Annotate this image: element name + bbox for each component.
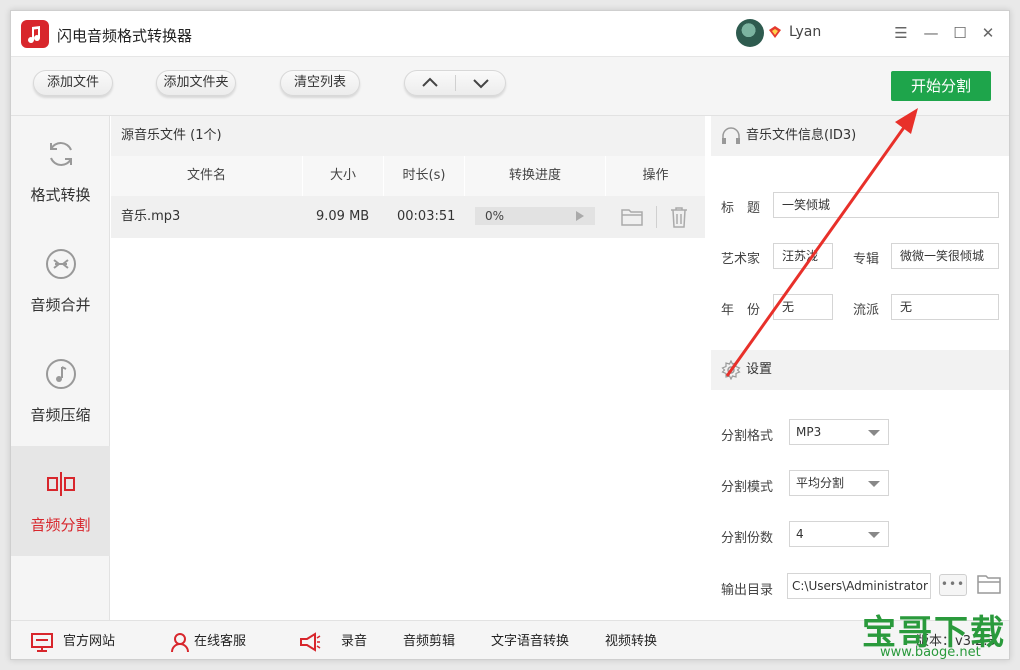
- maximize-button[interactable]: ☐: [948, 21, 972, 45]
- id3-section-header: 音乐文件信息(ID3): [711, 116, 1009, 156]
- nav-label: 格式转换: [30, 186, 91, 204]
- minimize-button[interactable]: —: [919, 21, 943, 45]
- vip-badge-icon: [769, 26, 781, 38]
- column-header-size: 大小: [303, 156, 384, 196]
- play-icon[interactable]: [576, 211, 584, 221]
- add-file-button[interactable]: 添加文件: [33, 70, 113, 96]
- file-list-header: 源音乐文件 (1个): [111, 116, 705, 156]
- app-title: 闪电音频格式转换器: [57, 27, 193, 45]
- split-mode-value: 平均分割: [796, 476, 845, 490]
- folder-icon[interactable]: [977, 573, 1001, 595]
- chevron-down-icon: [868, 430, 880, 436]
- app-window: 闪电音频格式转换器 Lyan ☰ — ☐ ✕ 添加文件 添加文件夹 清空列表 开…: [10, 10, 1010, 660]
- browse-more-button[interactable]: •••: [939, 574, 967, 596]
- gear-icon: [721, 360, 741, 380]
- column-header-name: 文件名: [111, 156, 303, 196]
- file-size: 9.09 MB: [316, 209, 370, 224]
- artist-label: 艺术家: [721, 252, 761, 267]
- column-header-actions: 操作: [606, 156, 705, 196]
- monitor-icon: [31, 633, 53, 652]
- split-mode-label: 分割模式: [721, 480, 774, 495]
- genre-label: 流派: [853, 303, 880, 318]
- chevron-up-icon: [422, 77, 438, 87]
- move-buttons: [404, 70, 506, 96]
- folder-icon[interactable]: [621, 207, 643, 227]
- audio-cut-link[interactable]: 音频剪辑: [403, 621, 455, 659]
- chevron-down-icon: [473, 79, 489, 89]
- split-count-value: 4: [796, 527, 804, 541]
- settings-section-header: 设置: [711, 350, 1009, 390]
- left-nav: 格式转换 音频合并 音频压缩 音频分割: [11, 116, 110, 620]
- menu-icon[interactable]: ☰: [889, 21, 913, 45]
- output-dir-label: 输出目录: [721, 583, 774, 598]
- album-field[interactable]: 微微一笑很倾城: [891, 243, 999, 269]
- file-list-panel: 源音乐文件 (1个) 文件名 大小 时长(s) 转换进度 操作 音乐.mp3 9…: [111, 116, 705, 620]
- info-panel: 音乐文件信息(ID3) 标 题 一笑倾城 艺术家 汪苏泷 专辑 微微一笑很倾城 …: [711, 116, 1009, 620]
- year-field[interactable]: 无: [773, 294, 833, 320]
- start-split-button[interactable]: 开始分割: [891, 71, 991, 101]
- watermark-url: www.baoge.net: [880, 645, 981, 660]
- id3-section-title: 音乐文件信息(ID3): [746, 128, 857, 143]
- split-format-label: 分割格式: [721, 429, 774, 444]
- move-down-button[interactable]: [456, 71, 506, 95]
- album-label: 专辑: [853, 252, 880, 267]
- table-row[interactable]: 音乐.mp3 9.09 MB 00:03:51 0%: [111, 196, 705, 238]
- nav-label: 音频合并: [30, 296, 91, 314]
- avatar[interactable]: [736, 19, 764, 47]
- output-dir-field[interactable]: C:\Users\Administrator: [787, 573, 931, 599]
- user-support-icon: [171, 633, 189, 653]
- split-count-select[interactable]: 4: [789, 521, 889, 547]
- video-convert-link[interactable]: 视频转换: [605, 621, 657, 659]
- genre-field[interactable]: 无: [891, 294, 999, 320]
- nav-item-audio-merge[interactable]: 音频合并: [11, 226, 110, 336]
- split-format-select[interactable]: MP3: [789, 419, 889, 445]
- music-note-icon: [46, 359, 76, 389]
- watermark-logo: 宝哥下载 www.baoge.net: [858, 603, 1018, 667]
- add-folder-button[interactable]: 添加文件夹: [156, 70, 236, 96]
- chevron-down-icon: [868, 481, 880, 487]
- close-button[interactable]: ✕: [976, 21, 1000, 45]
- headphones-icon: [722, 127, 740, 144]
- megaphone-icon: [300, 632, 321, 652]
- progress-text: 0%: [485, 209, 505, 223]
- nav-item-audio-split[interactable]: 音频分割: [11, 446, 110, 556]
- app-logo-icon: [21, 20, 49, 48]
- merge-icon: [46, 249, 76, 279]
- title-label: 标 题: [721, 201, 761, 216]
- nav-item-audio-compress[interactable]: 音频压缩: [11, 336, 110, 446]
- record-link[interactable]: 录音: [341, 621, 367, 659]
- split-count-label: 分割份数: [721, 531, 774, 546]
- title-bar: 闪电音频格式转换器 Lyan ☰ — ☐ ✕: [11, 11, 1009, 57]
- divider: [656, 206, 657, 228]
- refresh-icon: [50, 142, 72, 166]
- split-format-value: MP3: [796, 425, 822, 439]
- column-header-progress: 转换进度: [465, 156, 606, 196]
- file-duration: 00:03:51: [397, 209, 456, 224]
- move-up-button[interactable]: [405, 71, 455, 95]
- chevron-down-icon: [868, 532, 880, 538]
- online-support-link[interactable]: 在线客服: [194, 621, 246, 659]
- column-header-duration: 时长(s): [384, 156, 465, 196]
- split-icon: [47, 472, 75, 496]
- settings-section-title: 设置: [746, 362, 773, 377]
- title-field[interactable]: 一笑倾城: [773, 192, 999, 218]
- text-to-speech-link[interactable]: 文字语音转换: [491, 621, 569, 659]
- nav-label: 音频压缩: [30, 406, 91, 424]
- official-website-link[interactable]: 官方网站: [63, 621, 115, 659]
- toolbar: 添加文件 添加文件夹 清空列表 开始分割: [11, 57, 1009, 116]
- trash-icon[interactable]: [669, 206, 689, 228]
- split-mode-select[interactable]: 平均分割: [789, 470, 889, 496]
- username[interactable]: Lyan: [789, 24, 821, 40]
- year-label: 年 份: [721, 303, 761, 318]
- file-name: 音乐.mp3: [121, 209, 181, 224]
- nav-label: 音频分割: [30, 516, 91, 534]
- artist-field[interactable]: 汪苏泷: [773, 243, 833, 269]
- clear-list-button[interactable]: 清空列表: [280, 70, 360, 96]
- nav-item-format-convert[interactable]: 格式转换: [11, 116, 110, 226]
